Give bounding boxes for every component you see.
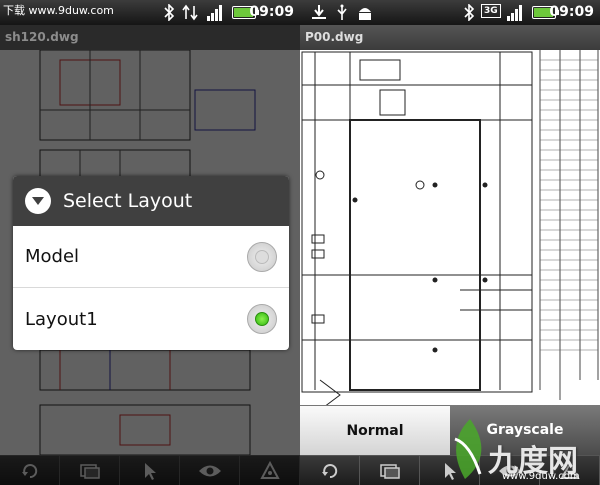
bluetooth-icon: [464, 4, 475, 21]
logo-site: www.9duw.com: [502, 471, 580, 482]
status-bar: 下载 www.9duw.com 09:09: [0, 0, 300, 25]
layout-option-model[interactable]: Model: [13, 226, 289, 288]
status-time: 09:09: [249, 4, 294, 20]
android-icon: [359, 8, 371, 20]
measure-icon: [259, 460, 280, 479]
radio-layout1[interactable]: [247, 304, 277, 334]
layout-option-layout1[interactable]: Layout1: [13, 288, 289, 350]
radio-model[interactable]: [247, 241, 277, 272]
cad-drawing-p00: [301, 50, 599, 411]
rotate-icon: [21, 463, 37, 478]
option-label: Model: [25, 246, 80, 267]
rotate-icon: [321, 463, 337, 478]
layers-icon: [379, 463, 400, 479]
data-arrows-icon: [182, 4, 198, 21]
bottom-toolbar: [0, 455, 300, 485]
chevron-down-icon: [25, 188, 51, 214]
layers-icon: [79, 463, 100, 479]
select-button[interactable]: [120, 456, 180, 485]
layers-button[interactable]: [60, 456, 120, 485]
mode-normal-button[interactable]: Normal: [300, 405, 450, 455]
network-type-badge: 3G: [481, 4, 501, 18]
select-layout-dialog: Select Layout Model Layout1: [13, 176, 289, 350]
file-title: P00.dwg: [300, 25, 600, 50]
layers-button[interactable]: [360, 456, 420, 485]
bluetooth-icon: [164, 4, 175, 21]
left-phone-screen: 下载 www.9duw.com 09:09 sh120.dwg Select L…: [0, 0, 300, 485]
measure-button[interactable]: [240, 456, 300, 485]
signal-icon: [507, 5, 525, 21]
usb-icon: [337, 4, 347, 20]
option-label: Layout1: [25, 308, 98, 330]
status-time: 09:09: [549, 4, 594, 20]
pointer-icon: [144, 462, 156, 480]
file-title: sh120.dwg: [0, 25, 300, 50]
status-bar: 3G 09:09: [300, 0, 600, 25]
watermark-text: 下载 www.9duw.com: [3, 4, 114, 17]
signal-icon: [207, 5, 225, 21]
dialog-title: Select Layout: [63, 190, 193, 212]
view-button[interactable]: [180, 456, 240, 485]
eye-icon: [198, 465, 221, 476]
rotate-button[interactable]: [0, 456, 60, 485]
site-logo: 九度网 www.9duw.com: [440, 412, 600, 485]
rotate-button[interactable]: [300, 456, 360, 485]
dialog-header: Select Layout: [13, 176, 289, 226]
drawing-canvas[interactable]: [300, 50, 600, 455]
download-icon: [312, 5, 326, 19]
